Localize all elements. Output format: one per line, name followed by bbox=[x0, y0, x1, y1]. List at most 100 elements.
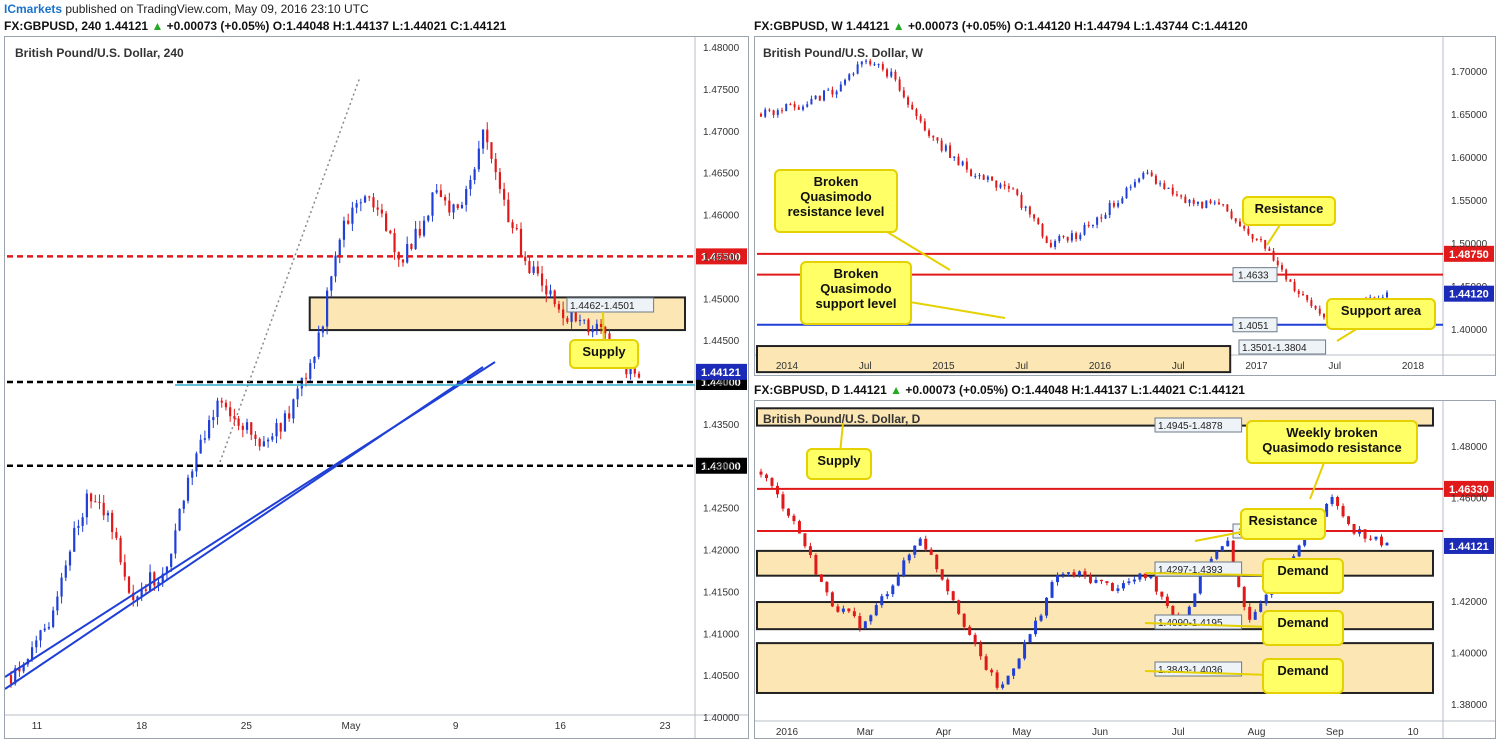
candle-body bbox=[1167, 187, 1170, 190]
high-value: H:1.44137 bbox=[1071, 383, 1128, 397]
candle-body bbox=[1056, 575, 1060, 583]
candle-body bbox=[982, 175, 985, 180]
candle-body bbox=[831, 89, 834, 95]
open-value: O:1.44120 bbox=[1014, 19, 1071, 33]
candle-body bbox=[970, 169, 973, 176]
candle-body bbox=[456, 204, 459, 209]
candle-body bbox=[338, 239, 341, 256]
candle-body bbox=[64, 565, 67, 578]
candle-body bbox=[111, 512, 114, 533]
candle-body bbox=[444, 197, 447, 201]
candle-body bbox=[1006, 675, 1010, 685]
candle-body bbox=[73, 527, 76, 552]
candle-body bbox=[802, 106, 805, 110]
close-value: C:1.44121 bbox=[450, 19, 507, 33]
candle-body bbox=[1110, 583, 1114, 591]
weekly-chart-panel[interactable]: 1.48750 1.4633 1.4051 1.70000 1.65000 1.60000… bbox=[754, 36, 1496, 376]
candle-body bbox=[1138, 573, 1142, 580]
candle-body bbox=[271, 436, 274, 440]
candle-body bbox=[1041, 223, 1044, 237]
candle-body bbox=[830, 592, 834, 607]
zone-tag: 1.4945-1.4878 bbox=[1158, 421, 1223, 432]
candle-body bbox=[891, 585, 895, 595]
candle-body bbox=[77, 525, 80, 528]
candle-body bbox=[1142, 172, 1145, 179]
candle-body bbox=[1163, 183, 1166, 190]
candle-body bbox=[1037, 218, 1040, 224]
candle-body bbox=[81, 517, 84, 526]
candle-body bbox=[1117, 203, 1120, 207]
candle-body bbox=[962, 613, 966, 627]
candle-body bbox=[528, 261, 531, 273]
candle-body bbox=[212, 417, 215, 421]
candle-body bbox=[1091, 224, 1094, 227]
x-tick-label: Jul bbox=[859, 361, 872, 372]
candle-body bbox=[170, 553, 173, 567]
candle-body bbox=[296, 388, 299, 400]
x-tick-label: 11 bbox=[32, 721, 43, 732]
candle-body bbox=[1012, 668, 1016, 676]
candle-body bbox=[1121, 198, 1124, 204]
candle-body bbox=[494, 158, 497, 173]
candle-body bbox=[1380, 536, 1384, 546]
candle-body bbox=[599, 323, 603, 328]
y-tick-label: 1.42000 bbox=[703, 546, 740, 557]
candle-body bbox=[858, 616, 862, 629]
candle-body bbox=[885, 594, 889, 597]
candle-body bbox=[1017, 658, 1021, 669]
candle-body bbox=[595, 323, 598, 330]
last-price: 1.44121 bbox=[843, 383, 887, 397]
x-tick-label: 2018 bbox=[1402, 361, 1425, 372]
publisher-name[interactable]: ICmarkets bbox=[0, 2, 62, 16]
publisher-bar: ICmarkets published on TradingView.com, … bbox=[0, 0, 1498, 18]
y-tick-label: 1.48000 bbox=[703, 43, 740, 54]
candle-body bbox=[393, 233, 396, 253]
y-tick-label: 1.46500 bbox=[703, 169, 740, 180]
candle-body bbox=[835, 91, 838, 95]
candle-body bbox=[258, 438, 261, 447]
candle-body bbox=[279, 423, 282, 432]
candle-body bbox=[1003, 184, 1006, 187]
candle-body bbox=[898, 79, 901, 91]
candle-body bbox=[566, 318, 569, 322]
callout-text: Demand bbox=[1277, 563, 1328, 578]
candle-body bbox=[220, 400, 223, 403]
candle-body bbox=[1116, 588, 1120, 591]
candle-body bbox=[498, 172, 502, 189]
candle-body bbox=[776, 110, 779, 115]
candle-body bbox=[452, 204, 455, 213]
candle-body bbox=[1067, 572, 1071, 574]
candle-body bbox=[764, 474, 768, 479]
callout-text: resistance level bbox=[788, 204, 885, 219]
candle-body bbox=[786, 508, 790, 516]
candle-body bbox=[519, 228, 523, 257]
candle-body bbox=[1264, 594, 1268, 604]
candle-body bbox=[604, 327, 607, 334]
up-arrow-icon: ▲ bbox=[892, 19, 905, 33]
chart-title: British Pound/U.S. Dollar, D bbox=[763, 412, 921, 426]
candle-body bbox=[911, 104, 914, 110]
candle-body bbox=[229, 407, 232, 417]
candle-body bbox=[1385, 542, 1389, 546]
y-tick-label: 1.40000 bbox=[1451, 648, 1488, 659]
candle-body bbox=[591, 329, 594, 333]
candle-body bbox=[1112, 203, 1115, 207]
candle-body bbox=[1193, 593, 1197, 607]
symbol-label: FX:GBPUSD, D bbox=[754, 383, 841, 397]
candle-body bbox=[965, 161, 968, 170]
candle-body bbox=[507, 199, 510, 223]
daily-chart-panel[interactable]: 1.463301.44701.480001.460001.440001.4200… bbox=[754, 400, 1496, 739]
candle-body bbox=[957, 600, 961, 614]
candle-body bbox=[545, 285, 548, 295]
candle-body bbox=[847, 608, 851, 612]
x-tick-label: 16 bbox=[555, 721, 567, 732]
candle-body bbox=[873, 64, 876, 66]
h4-chart-panel[interactable]: 1.45500 1.44000 1.43000 1.48000 1.47500 1.470… bbox=[4, 36, 749, 739]
candle-body bbox=[869, 60, 872, 65]
h4-chart: 1.455001.440001.430001.480001.475001.470… bbox=[5, 37, 748, 738]
y-tick-label: 1.47000 bbox=[703, 127, 740, 138]
candle-body bbox=[902, 560, 906, 576]
candle-body bbox=[153, 572, 156, 586]
candle-body bbox=[1020, 194, 1023, 209]
candle-body bbox=[869, 615, 873, 622]
